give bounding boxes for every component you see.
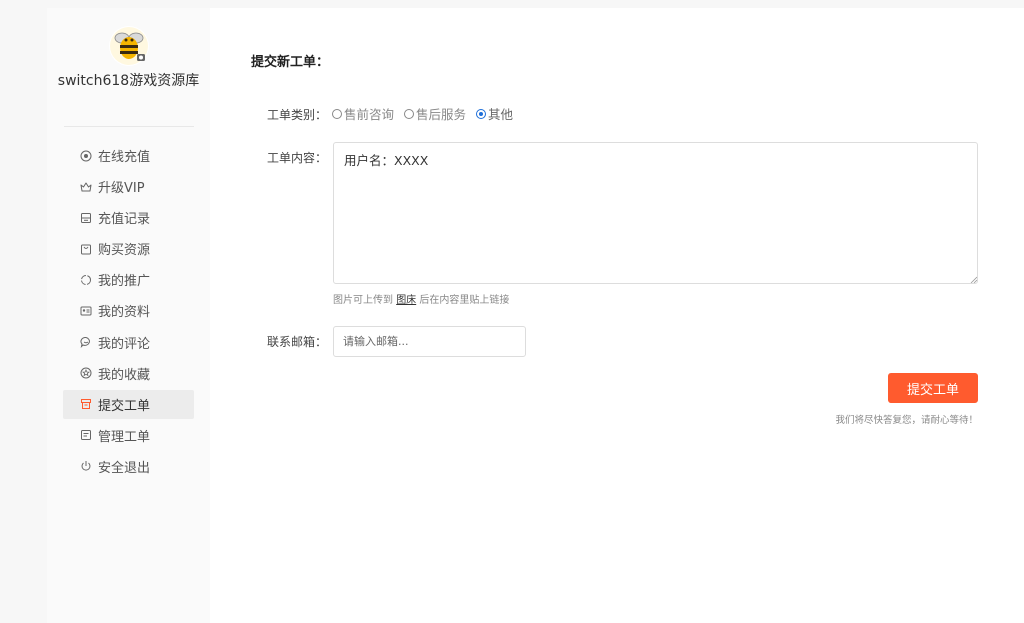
sidebar-item-label: 购买资源 bbox=[98, 243, 151, 259]
email-input[interactable] bbox=[333, 326, 526, 357]
sidebar-item-label: 我的收藏 bbox=[98, 367, 151, 383]
sidebar-divider bbox=[64, 126, 194, 127]
main-content: 提交新工单： 工单类别： 售前咨询 售后服务 其他 工单内容： 图片可上传到 图 bbox=[210, 8, 1024, 623]
content-textarea[interactable] bbox=[333, 142, 978, 284]
sidebar-item-manage-tickets[interactable]: 管理工单 bbox=[63, 421, 194, 450]
sidebar-item-label: 提交工单 bbox=[98, 398, 151, 414]
star-icon bbox=[80, 367, 92, 379]
sidebar-item-label: 在线充值 bbox=[98, 150, 151, 165]
ticket-icon bbox=[80, 398, 92, 410]
page-title: 提交新工单： bbox=[251, 55, 330, 70]
category-label: 工单类别： bbox=[266, 108, 327, 122]
sidebar-item-comments[interactable]: 我的评论 bbox=[63, 328, 194, 357]
radio-presale-circle[interactable] bbox=[332, 108, 342, 119]
comment-icon bbox=[80, 336, 92, 349]
image-host-link[interactable]: 图床 bbox=[396, 295, 416, 306]
sidebar-item-logout[interactable]: 安全退出 bbox=[63, 452, 194, 481]
sidebar-item-label: 管理工单 bbox=[98, 429, 151, 445]
content-label: 工单内容： bbox=[266, 151, 327, 165]
sidebar-item-label: 我的资料 bbox=[98, 305, 151, 321]
reply-note: 我们将尽快答复您，请耐心等待！ bbox=[835, 415, 978, 426]
sidebar-item-upgrade-vip[interactable]: 升级VIP bbox=[63, 172, 194, 201]
radio-other[interactable]: 其他 bbox=[476, 104, 513, 123]
record-icon bbox=[80, 212, 92, 224]
sidebar-item-submit-ticket[interactable]: 提交工单 bbox=[63, 389, 194, 419]
sidebar-item-label: 我的推广 bbox=[98, 274, 151, 290]
hint-prefix: 图片可上传到 bbox=[333, 295, 393, 306]
resize-handle-icon[interactable] bbox=[970, 276, 977, 283]
sidebar-item-favorites[interactable]: 我的收藏 bbox=[63, 359, 194, 388]
sidebar-item-label: 安全退出 bbox=[98, 460, 151, 476]
sidebar-item-recharge-history[interactable]: 充值记录 bbox=[63, 203, 194, 232]
sidebar-item-label: 充值记录 bbox=[98, 212, 151, 228]
page: switch618游戏资源库 在线充值 升级VIP 充值记录 购买资源 我的推广… bbox=[0, 0, 1024, 623]
radio-aftersale[interactable]: 售后服务 bbox=[404, 104, 466, 123]
bee-logo-icon bbox=[110, 27, 148, 65]
site-name: switch618游戏资源库 bbox=[57, 73, 200, 89]
share-icon bbox=[80, 274, 92, 286]
radio-presale-label: 售前咨询 bbox=[344, 107, 395, 122]
radio-aftersale-circle[interactable] bbox=[404, 108, 415, 119]
radio-presale[interactable]: 售前咨询 bbox=[332, 104, 394, 123]
sidebar-item-label: 升级VIP bbox=[98, 181, 145, 197]
power-icon bbox=[80, 460, 92, 472]
radio-other-label: 其他 bbox=[488, 107, 514, 122]
sidebar-item-profile[interactable]: 我的资料 bbox=[63, 296, 194, 325]
hint-suffix: 后在内容里贴上链接 bbox=[419, 295, 510, 306]
sidebar-menu: 在线充值 升级VIP 充值记录 购买资源 我的推广 我的资料 我的评论 我的收藏… bbox=[63, 141, 194, 483]
profile-card-icon bbox=[80, 305, 92, 317]
upload-hint: 图片可上传到 图床 后在内容里贴上链接 bbox=[333, 291, 509, 306]
category-radio-group: 售前咨询 售后服务 其他 bbox=[332, 104, 523, 123]
sidebar-item-purchases[interactable]: 购买资源 bbox=[63, 234, 194, 263]
email-label: 联系邮箱： bbox=[266, 335, 327, 349]
radio-aftersale-label: 售后服务 bbox=[416, 107, 467, 122]
sidebar-item-recharge[interactable]: 在线充值 bbox=[63, 141, 194, 170]
radio-other-circle[interactable] bbox=[476, 108, 487, 119]
coin-icon bbox=[80, 150, 92, 162]
submit-ticket-button[interactable]: 提交工单 bbox=[888, 373, 978, 403]
sidebar-item-label: 我的评论 bbox=[98, 336, 151, 352]
avatar[interactable] bbox=[109, 26, 149, 66]
sidebar-item-promotion[interactable]: 我的推广 bbox=[63, 265, 194, 294]
crown-icon bbox=[80, 181, 92, 193]
bag-icon bbox=[80, 243, 92, 255]
sidebar: switch618游戏资源库 在线充值 升级VIP 充值记录 购买资源 我的推广… bbox=[47, 8, 210, 623]
list-icon bbox=[80, 429, 92, 441]
